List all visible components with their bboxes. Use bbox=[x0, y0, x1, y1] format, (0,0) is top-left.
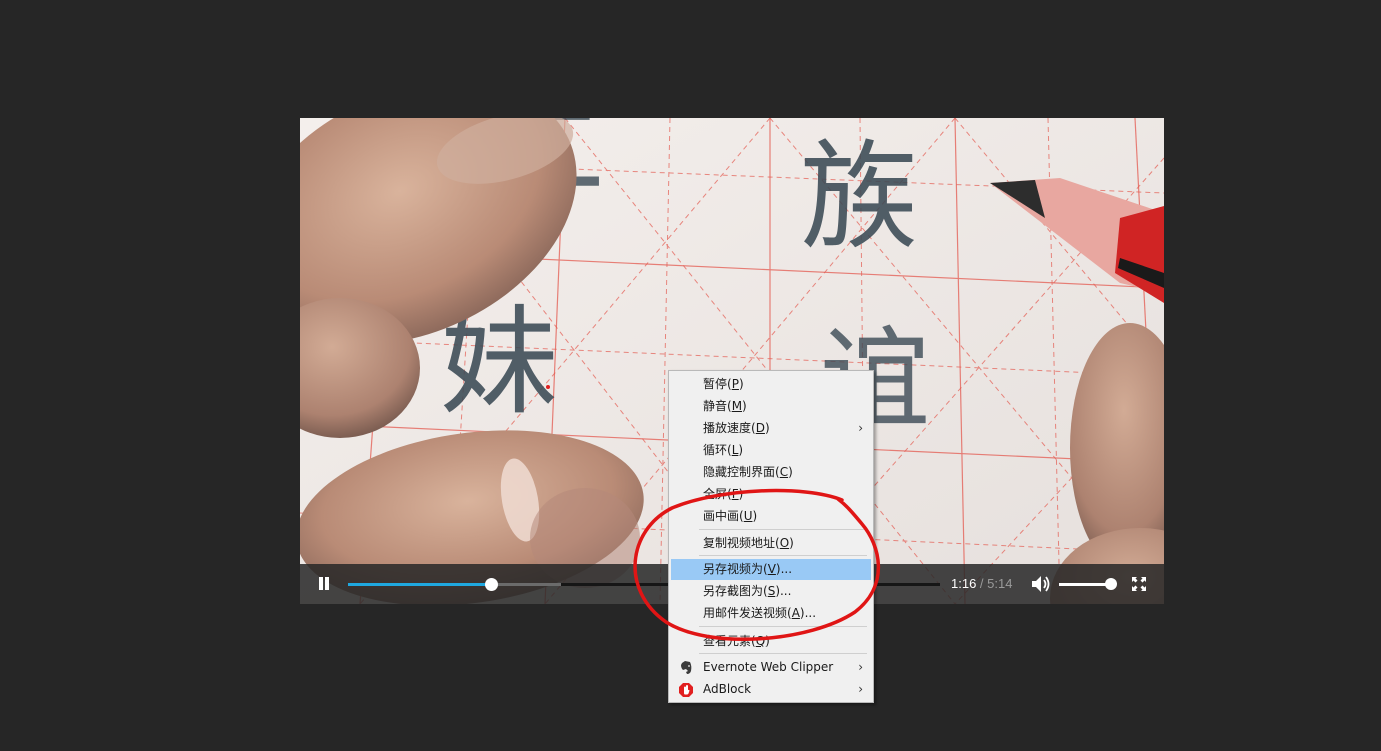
pause-button[interactable] bbox=[314, 574, 334, 594]
menu-item-suffix: ) bbox=[765, 634, 770, 648]
menu-item-hide-controls[interactable]: 隐藏控制界面(C) bbox=[671, 462, 871, 483]
menu-item-text: 全屏( bbox=[703, 487, 732, 501]
menu-item-loop[interactable]: 循环(L) bbox=[671, 440, 871, 461]
menu-item-text: AdBlock bbox=[703, 682, 752, 696]
fullscreen-icon bbox=[1132, 577, 1146, 591]
time-display: 1:16 / 5:14 bbox=[951, 576, 1012, 591]
menu-item-fullscreen[interactable]: 全屏(F) bbox=[671, 484, 871, 505]
menu-separator bbox=[699, 555, 867, 556]
menu-item-label: 静音(M) bbox=[703, 396, 747, 417]
menu-item-save-video-as[interactable]: 另存视频为(V)... bbox=[671, 559, 871, 580]
progress-scrubber-handle[interactable] bbox=[485, 578, 499, 591]
current-time: 1:16 bbox=[951, 576, 977, 591]
pause-icon bbox=[319, 577, 323, 590]
fullscreen-button[interactable] bbox=[1131, 576, 1147, 592]
menu-item-mute[interactable]: 静音(M) bbox=[671, 396, 871, 417]
menu-item-suffix: ) bbox=[742, 399, 747, 413]
menu-item-text: 另存视频为( bbox=[703, 562, 768, 576]
adblock-icon bbox=[678, 682, 694, 698]
menu-item-text: Evernote Web Clipper bbox=[703, 660, 834, 674]
menu-item-label: 播放速度(D) bbox=[703, 418, 770, 439]
menu-item-evernote-web-clipper[interactable]: Evernote Web Clipper › bbox=[671, 657, 871, 678]
mute-button[interactable] bbox=[1031, 575, 1051, 593]
menu-item-suffix: ) bbox=[738, 487, 744, 501]
page-background: 妹 族 木 二 谊 bbox=[0, 0, 1381, 751]
menu-item-accelerator-key: O bbox=[779, 536, 790, 550]
volume-level bbox=[1059, 583, 1112, 586]
menu-item-accelerator-key: D bbox=[755, 421, 765, 435]
menu-item-label: Evernote Web Clipper bbox=[703, 657, 833, 678]
menu-item-suffix: )... bbox=[775, 584, 792, 598]
menu-item-text: 复制视频地址( bbox=[703, 536, 780, 550]
menu-item-suffix: )... bbox=[799, 606, 817, 620]
menu-item-picture-in-picture[interactable]: 画中画(U) bbox=[671, 506, 871, 527]
duration: 5:14 bbox=[987, 576, 1013, 591]
menu-item-text: 画中画( bbox=[703, 509, 744, 523]
menu-item-adblock[interactable]: AdBlock › bbox=[671, 679, 871, 700]
chevron-right-icon: › bbox=[858, 421, 863, 435]
menu-separator bbox=[699, 626, 867, 627]
menu-item-label: 另存截图为(S)... bbox=[703, 581, 791, 602]
menu-item-label: 画中画(U) bbox=[703, 506, 757, 527]
volume-slider[interactable] bbox=[1059, 578, 1118, 590]
menu-item-text: 隐藏控制界面( bbox=[703, 465, 780, 479]
menu-item-playback-speed[interactable]: 播放速度(D) › bbox=[671, 418, 871, 439]
menu-item-suffix: ) bbox=[752, 509, 758, 523]
menu-item-pause[interactable]: 暂停(P) bbox=[671, 374, 871, 395]
menu-separator bbox=[699, 529, 867, 530]
pause-icon-bar bbox=[325, 577, 329, 590]
menu-item-accelerator-key: C bbox=[779, 465, 789, 479]
menu-item-copy-video-address[interactable]: 复制视频地址(O) bbox=[671, 533, 871, 554]
menu-item-label: 全屏(F) bbox=[703, 484, 743, 505]
menu-item-accelerator-key: F bbox=[731, 487, 739, 501]
menu-item-label: AdBlock bbox=[703, 679, 751, 700]
chevron-right-icon: › bbox=[858, 660, 863, 674]
menu-item-accelerator-key: A bbox=[791, 606, 800, 620]
menu-item-save-screenshot-as[interactable]: 另存截图为(S)... bbox=[671, 581, 871, 602]
menu-separator bbox=[699, 653, 867, 654]
menu-item-label: 复制视频地址(O) bbox=[703, 533, 794, 554]
menu-item-inspect-element[interactable]: 查看元素(Q) bbox=[671, 631, 871, 652]
menu-item-text: 另存截图为( bbox=[703, 584, 768, 598]
menu-item-label: 用邮件发送视频(A)... bbox=[703, 603, 816, 624]
menu-item-label: 循环(L) bbox=[703, 440, 743, 461]
menu-item-accelerator-key: P bbox=[731, 377, 739, 391]
menu-item-text: 用邮件发送视频( bbox=[703, 606, 792, 620]
menu-item-accelerator-key: M bbox=[731, 399, 743, 413]
progress-played bbox=[348, 583, 492, 586]
menu-item-suffix: ) bbox=[789, 536, 794, 550]
menu-item-label: 隐藏控制界面(C) bbox=[703, 462, 793, 483]
video-character-zu: 族 bbox=[800, 128, 918, 266]
menu-item-suffix: )... bbox=[775, 562, 793, 576]
menu-item-suffix: ) bbox=[738, 443, 744, 457]
menu-item-text: 查看元素( bbox=[703, 634, 756, 648]
volume-handle[interactable] bbox=[1105, 578, 1118, 590]
menu-item-label: 暂停(P) bbox=[703, 374, 744, 395]
menu-item-text: 静音( bbox=[703, 399, 732, 413]
menu-item-text: 播放速度( bbox=[703, 421, 756, 435]
menu-item-accelerator-key: Q bbox=[755, 634, 766, 648]
menu-item-suffix: ) bbox=[764, 421, 770, 435]
menu-item-text: 循环( bbox=[703, 443, 732, 457]
time-separator: / bbox=[976, 576, 988, 591]
volume-icon bbox=[1032, 576, 1050, 592]
menu-item-accelerator-key: V bbox=[767, 562, 776, 576]
menu-item-label: 另存视频为(V)... bbox=[703, 559, 792, 580]
menu-item-label: 查看元素(Q) bbox=[703, 631, 770, 652]
chevron-right-icon: › bbox=[858, 682, 863, 696]
evernote-icon bbox=[678, 660, 694, 676]
menu-item-suffix: ) bbox=[738, 377, 744, 391]
context-menu: 暂停(P) 静音(M) 播放速度(D) › 循环(L) 隐藏控制界面(C) 全屏(F) 画中画… bbox=[668, 370, 874, 703]
menu-item-suffix: ) bbox=[788, 465, 793, 479]
menu-item-email-video[interactable]: 用邮件发送视频(A)... bbox=[671, 603, 871, 624]
menu-item-text: 暂停( bbox=[703, 377, 732, 391]
